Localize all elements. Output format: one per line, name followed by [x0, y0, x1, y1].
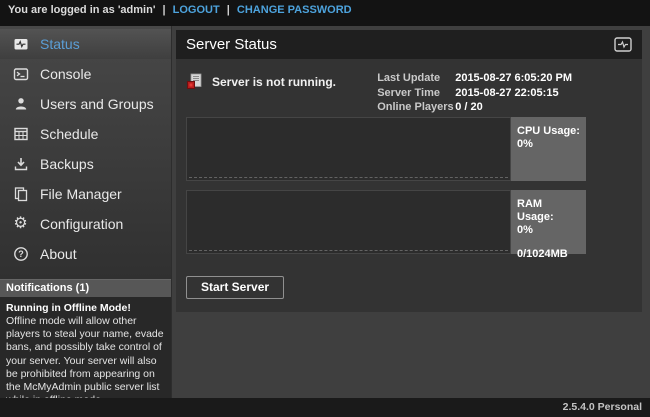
logout-link[interactable]: LOGOUT — [173, 4, 220, 16]
mcmyadmin-app: You are logged in as 'admin' | LOGOUT | … — [0, 0, 650, 417]
notification-title: Running in Offline Mode! — [6, 302, 165, 315]
notification-item: Running in Offline Mode! Offline mode wi… — [0, 297, 171, 398]
sidebar-item-backups[interactable]: Backups — [0, 149, 171, 179]
info-value: 2015-08-27 22:05:15 — [455, 86, 558, 101]
info-value: 2015-08-27 6:05:20 PM — [455, 71, 572, 86]
sidebar-item-label: Users and Groups — [40, 96, 154, 112]
file-manager-icon — [12, 186, 29, 203]
info-value: 0 / 20 — [455, 100, 483, 115]
sidebar-item-file-manager[interactable]: File Manager — [0, 179, 171, 209]
ram-usage-box: RAM Usage: 0% 0/1024MB — [511, 190, 586, 254]
page-title: Server Status — [186, 36, 277, 53]
status-icon — [12, 36, 29, 53]
sidebar-item-label: Status — [40, 36, 80, 52]
schedule-icon — [12, 126, 29, 143]
sidebar: Status Console Users and Groups Schedule — [0, 26, 171, 398]
ram-usage-chart — [186, 190, 511, 254]
cpu-usage-chart — [186, 117, 511, 181]
server-status-panel: Server Status Server is not running. — [176, 30, 642, 312]
sidebar-item-console[interactable]: Console — [0, 59, 171, 89]
info-row: Last Update 2015-08-27 6:05:20 PM — [377, 71, 572, 86]
sidebar-menu: Status Console Users and Groups Schedule — [0, 26, 171, 269]
users-icon — [12, 96, 29, 113]
sidebar-item-label: About — [40, 246, 77, 262]
sidebar-item-about[interactable]: ? About — [0, 239, 171, 269]
info-label: Online Players — [377, 100, 455, 115]
console-icon — [12, 66, 29, 83]
cpu-usage-value: 0% — [517, 138, 580, 151]
sidebar-item-label: Console — [40, 66, 91, 82]
cpu-graph-row: CPU Usage: 0% — [186, 117, 632, 181]
topbar: You are logged in as 'admin' | LOGOUT | … — [0, 0, 650, 26]
server-state-message: Server is not running. — [212, 75, 336, 89]
sidebar-item-label: Backups — [40, 156, 94, 172]
svg-text:?: ? — [18, 249, 24, 259]
main-content: Server Status Server is not running. — [171, 26, 650, 398]
topbar-separator: | — [227, 4, 230, 16]
ram-graph-row: RAM Usage: 0% 0/1024MB — [186, 190, 632, 254]
panel-header: Server Status — [176, 30, 642, 59]
topbar-separator: | — [163, 4, 166, 16]
status-graph-icon[interactable] — [614, 37, 632, 52]
configuration-icon: ⚙ — [12, 216, 29, 233]
notification-text: Offline mode will allow other players to… — [6, 315, 165, 407]
backups-icon — [12, 156, 29, 173]
sidebar-item-schedule[interactable]: Schedule — [0, 119, 171, 149]
sidebar-item-configuration[interactable]: ⚙ Configuration — [0, 209, 171, 239]
sidebar-item-users-and-groups[interactable]: Users and Groups — [0, 89, 171, 119]
status-row: Server is not running. Last Update 2015-… — [186, 70, 632, 117]
logged-in-text: You are logged in as 'admin' — [8, 4, 155, 16]
chart-baseline — [189, 250, 508, 251]
panel-body: Server is not running. Last Update 2015-… — [176, 59, 642, 312]
notifications-panel: Notifications (1) Running in Offline Mod… — [0, 279, 171, 398]
server-state: Server is not running. — [186, 73, 336, 90]
server-info-table: Last Update 2015-08-27 6:05:20 PM Server… — [377, 71, 572, 115]
info-row: Online Players 0 / 20 — [377, 100, 572, 115]
cpu-usage-box: CPU Usage: 0% — [511, 117, 586, 181]
sidebar-item-label: Schedule — [40, 126, 98, 142]
cpu-usage-label: CPU Usage: — [517, 125, 580, 138]
sidebar-item-label: Configuration — [40, 216, 123, 232]
info-label: Last Update — [377, 71, 455, 86]
info-row: Server Time 2015-08-27 22:05:15 — [377, 86, 572, 101]
change-password-link[interactable]: CHANGE PASSWORD — [237, 4, 352, 16]
sidebar-item-label: File Manager — [40, 186, 122, 202]
about-icon: ? — [12, 246, 29, 263]
notifications-header: Notifications (1) — [0, 279, 171, 297]
footer: 2.5.4.0 Personal — [0, 398, 650, 417]
version-text: 2.5.4.0 Personal — [563, 401, 642, 413]
ram-usage-detail: 0/1024MB — [517, 248, 580, 261]
info-label: Server Time — [377, 86, 455, 101]
ram-usage-label: RAM Usage: — [517, 198, 580, 224]
sidebar-item-status[interactable]: Status — [0, 29, 171, 59]
ram-usage-value: 0% — [517, 224, 580, 237]
start-server-button[interactable]: Start Server — [186, 276, 284, 299]
server-stopped-icon — [186, 73, 203, 90]
chart-baseline — [189, 177, 508, 178]
